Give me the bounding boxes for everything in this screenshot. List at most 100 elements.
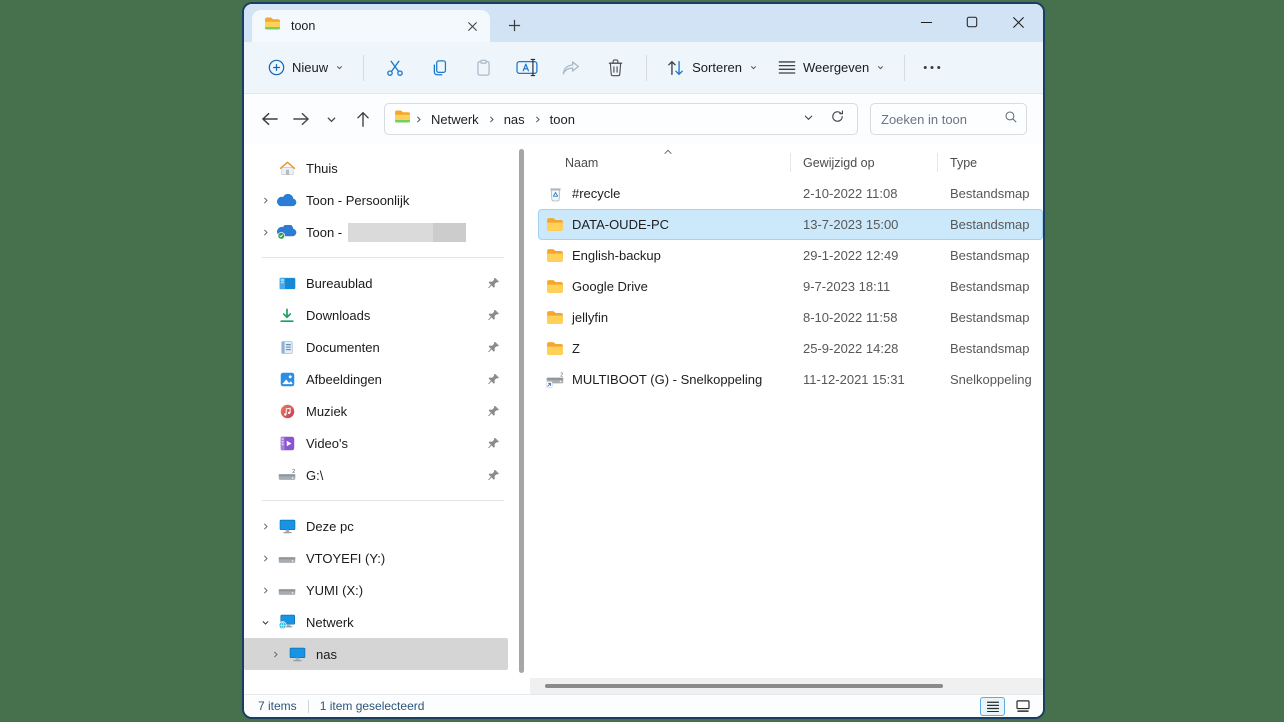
sidebar-item-g-drive[interactable]: 2 G:\	[244, 459, 508, 491]
chevron-down-icon[interactable]	[254, 618, 276, 627]
sidebar-item-thuis[interactable]: Thuis	[244, 152, 508, 184]
up-button[interactable]	[347, 104, 378, 135]
recent-locations-button[interactable]	[316, 104, 347, 135]
chevron-right-icon	[530, 115, 545, 124]
sidebar-item-nas[interactable]: nas	[244, 638, 508, 670]
toolbar-separator	[363, 54, 365, 81]
rename-button[interactable]	[505, 50, 549, 86]
breadcrumb-bar[interactable]: Netwerk nas toon	[384, 103, 858, 135]
music-icon	[276, 404, 298, 419]
search-box[interactable]	[870, 103, 1027, 135]
file-row-multiboot[interactable]: 2 MULTIBOOT (G) - Snelkoppeling 11-12-20…	[538, 364, 1043, 395]
details-view-button[interactable]	[980, 696, 1005, 716]
videos-icon	[276, 436, 298, 451]
close-button[interactable]	[995, 4, 1041, 40]
sidebar-scrollbar[interactable]	[519, 149, 524, 673]
forward-button[interactable]	[285, 104, 316, 135]
refresh-icon[interactable]	[830, 109, 845, 129]
sidebar-item-muziek[interactable]: Muziek	[244, 395, 508, 427]
desktop-icon	[276, 277, 298, 290]
titlebar[interactable]: toon	[244, 4, 1043, 42]
explorer-tab[interactable]: toon	[252, 10, 490, 42]
svg-text:2: 2	[292, 469, 295, 475]
horizontal-scrollbar-track[interactable]	[530, 678, 1043, 694]
chevron-right-icon[interactable]	[254, 228, 276, 237]
minimize-button[interactable]	[903, 4, 949, 40]
sidebar-item-bureaublad[interactable]: Bureaublad	[244, 267, 508, 299]
documents-icon	[276, 340, 298, 355]
column-separator[interactable]	[937, 153, 938, 172]
drive-shortcut-icon: 2	[544, 372, 566, 388]
sidebar-item-yumi[interactable]: YUMI (X:)	[244, 574, 508, 606]
view-button[interactable]: Weergeven	[768, 54, 895, 81]
sidebar-item-vtoyefi[interactable]: VTOYEFI (Y:)	[244, 542, 508, 574]
redacted-label	[348, 222, 467, 242]
share-button[interactable]	[549, 50, 593, 86]
new-button-label: Nieuw	[292, 60, 329, 75]
recycle-bin-icon	[544, 186, 566, 202]
search-icon[interactable]	[1004, 110, 1018, 129]
chevron-down-icon	[750, 66, 757, 70]
horizontal-scrollbar-thumb[interactable]	[545, 684, 943, 688]
chevron-right-icon	[484, 115, 499, 124]
sidebar-item-afbeeldingen[interactable]: Afbeeldingen	[244, 363, 508, 395]
navigation-pane: Thuis Toon - Persoonlijk Toon - Bureaubl…	[244, 144, 530, 678]
file-row-recycle[interactable]: #recycle 2-10-2022 11:08 Bestandsmap	[538, 178, 1043, 209]
new-tab-button[interactable]	[500, 11, 528, 39]
column-header-type[interactable]: Type	[950, 156, 977, 170]
column-separator[interactable]	[790, 153, 791, 172]
back-button[interactable]	[254, 104, 285, 135]
column-header-gewijzigd-op[interactable]: Gewijzigd op	[803, 156, 875, 170]
tab-close-icon[interactable]	[462, 16, 482, 36]
breadcrumb-nas[interactable]: nas	[499, 112, 530, 127]
file-row-z[interactable]: Z 25-9-2022 14:28 Bestandsmap	[538, 333, 1043, 364]
breadcrumb-netwerk[interactable]: Netwerk	[426, 112, 484, 127]
column-headers: Naam Gewijzigd op Type	[530, 144, 1043, 178]
file-explorer-window: toon Nieuw Sorteren Weergeven Netwerk na…	[242, 2, 1045, 719]
sidebar-divider	[262, 257, 504, 258]
sidebar-item-netwerk[interactable]: Netwerk	[244, 606, 508, 638]
sidebar-item-videos[interactable]: Video's	[244, 427, 508, 459]
sort-button[interactable]: Sorteren	[656, 53, 768, 83]
chevron-right-icon[interactable]	[254, 586, 276, 595]
search-input[interactable]	[881, 111, 1004, 127]
file-row-google-drive[interactable]: Google Drive 9-7-2023 18:11 Bestandsmap	[538, 271, 1043, 302]
file-row-data-oude-pc[interactable]: DATA-OUDE-PC 13-7-2023 15:00 Bestandsmap	[538, 209, 1043, 240]
paste-button[interactable]	[461, 50, 505, 86]
sort-ascending-icon	[663, 145, 673, 159]
onedrive-icon	[276, 193, 298, 207]
large-icons-view-button[interactable]	[1010, 697, 1035, 716]
chevron-right-icon[interactable]	[254, 554, 276, 563]
chevron-right-icon[interactable]	[264, 650, 286, 659]
horizontal-scrollbar	[244, 678, 1043, 694]
view-button-label: Weergeven	[803, 60, 870, 75]
sidebar-item-onedrive-persoonlijk[interactable]: Toon - Persoonlijk	[244, 184, 508, 216]
file-row-english-backup[interactable]: English-backup 29-1-2022 12:49 Bestandsm…	[538, 240, 1043, 271]
copy-button[interactable]	[417, 50, 461, 86]
pin-icon	[487, 341, 500, 354]
sidebar-item-deze-pc[interactable]: Deze pc	[244, 510, 508, 542]
sidebar-item-downloads[interactable]: Downloads	[244, 299, 508, 331]
maximize-button[interactable]	[949, 4, 995, 40]
sidebar-item-documenten[interactable]: Documenten	[244, 331, 508, 363]
selection-count: 1 item geselecteerd	[319, 699, 425, 713]
drive-icon	[276, 551, 298, 565]
plus-circle-icon	[268, 59, 285, 76]
sidebar-item-onedrive-zakelijk[interactable]: Toon -	[244, 216, 508, 248]
address-dropdown-icon[interactable]	[803, 110, 814, 128]
breadcrumb-toon[interactable]: toon	[545, 112, 580, 127]
file-row-jellyfin[interactable]: jellyfin 8-10-2022 11:58 Bestandsmap	[538, 302, 1043, 333]
caption-controls	[903, 4, 1041, 40]
pc-icon	[286, 647, 308, 662]
folder-icon	[544, 310, 566, 325]
more-button[interactable]	[914, 50, 950, 86]
chevron-right-icon[interactable]	[254, 522, 276, 531]
file-list-pane: Naam Gewijzigd op Type #recycle 2-10-202…	[530, 144, 1043, 678]
pictures-icon	[276, 372, 298, 387]
chevron-right-icon[interactable]	[254, 196, 276, 205]
new-button[interactable]: Nieuw	[258, 53, 354, 82]
column-header-naam[interactable]: Naam	[565, 156, 598, 170]
cut-button[interactable]	[373, 50, 417, 86]
delete-button[interactable]	[593, 50, 637, 86]
pin-icon	[487, 309, 500, 322]
